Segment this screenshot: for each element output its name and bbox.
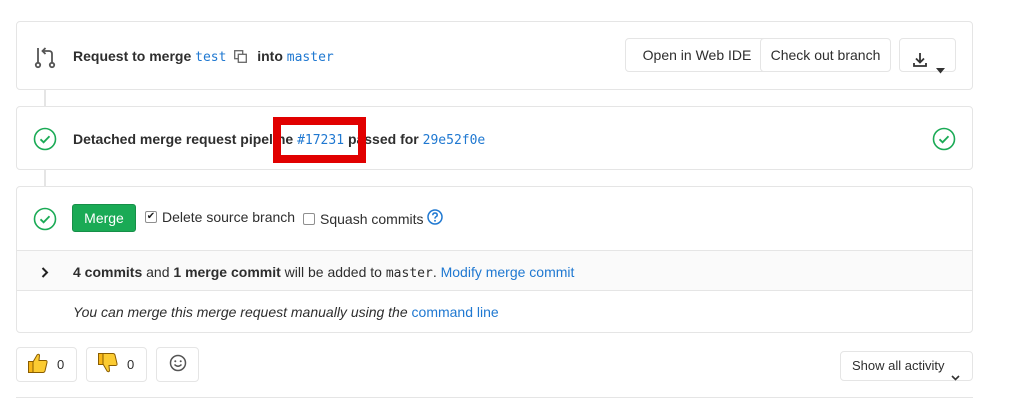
target-branch-link[interactable]: master (287, 50, 334, 65)
thumbs-down-icon (97, 352, 119, 377)
success-status-icon (33, 207, 57, 234)
merge-button[interactable]: Merge (72, 204, 136, 232)
request-to-merge-label: Request to merge (73, 48, 192, 64)
check-out-branch-button[interactable]: Check out branch (760, 38, 891, 72)
commits-info-text: 4 commits and 1 merge commit will be add… (73, 264, 575, 281)
timeline-connector (44, 170, 46, 186)
manual-merge-row: You can merge this merge request manuall… (17, 291, 972, 333)
download-dropdown-button[interactable] (899, 38, 956, 74)
chevron-down-icon (951, 363, 960, 391)
commits-count: 4 commits (73, 264, 143, 280)
merge-request-title: Request to merge test into master (73, 48, 334, 66)
source-branch-link[interactable]: test (195, 50, 226, 65)
added-to-label: will be added to (284, 264, 382, 280)
open-in-web-ide-button[interactable]: Open in Web IDE (625, 38, 769, 72)
thumbs-down-award-button[interactable]: 0 (86, 347, 147, 382)
add-reaction-button[interactable] (156, 347, 199, 382)
command-line-link[interactable]: command line (412, 304, 499, 320)
thumbs-up-count: 0 (57, 357, 65, 372)
modify-merge-commit-link[interactable]: Modify merge commit (441, 264, 575, 280)
thumbs-up-icon (27, 352, 49, 377)
squash-commits-label: Squash commits (320, 210, 424, 227)
passed-for-label: passed for (347, 131, 419, 147)
checkbox-checked-icon[interactable]: ✔ (145, 211, 157, 223)
merge-commit-count: 1 merge commit (173, 264, 281, 280)
pipeline-status-text: Detached merge request pipeline #17231 p… (73, 131, 485, 148)
into-label: into (257, 48, 283, 64)
pipeline-id-link[interactable]: #17231 (297, 133, 344, 148)
pipeline-stage-success-icon[interactable] (932, 127, 956, 154)
success-status-icon[interactable] (33, 127, 57, 154)
manual-merge-label: You can merge this merge request manuall… (73, 304, 408, 320)
copy-icon[interactable] (234, 50, 248, 66)
divider (16, 397, 973, 398)
download-icon (912, 47, 928, 79)
manual-merge-text: You can merge this merge request manuall… (73, 304, 499, 320)
squash-commits-checkbox[interactable]: Squash commits (303, 209, 444, 228)
delete-source-branch-checkbox[interactable]: ✔ Delete source branch (145, 209, 295, 225)
thumbs-up-award-button[interactable]: 0 (16, 347, 77, 382)
help-icon[interactable] (427, 209, 444, 228)
merge-request-icon (33, 45, 57, 69)
checkbox-unchecked-icon[interactable] (303, 212, 315, 225)
merge-widget: Merge ✔ Delete source branch Squash comm… (16, 186, 973, 333)
and-label: and (146, 264, 170, 280)
merge-actions-row: Merge ✔ Delete source branch Squash comm… (17, 187, 972, 250)
activity-filter-dropdown[interactable]: Show all activity (840, 351, 973, 381)
chevron-right-icon[interactable] (41, 265, 49, 281)
thumbs-down-count: 0 (127, 357, 135, 372)
delete-source-branch-label: Delete source branch (162, 209, 296, 225)
activity-filter-label: Show all activity (852, 358, 945, 373)
pipeline-status-card: Detached merge request pipeline #17231 p… (16, 106, 973, 170)
timeline-connector (44, 90, 46, 106)
target-branch-name: master (385, 266, 433, 281)
caret-down-icon (936, 53, 945, 85)
pipeline-label: Detached merge request pipeline (73, 131, 294, 147)
smiley-icon (169, 354, 187, 375)
commit-sha-link[interactable]: 29e52f0e (423, 133, 486, 148)
commits-info-row[interactable]: 4 commits and 1 merge commit will be add… (17, 250, 972, 291)
